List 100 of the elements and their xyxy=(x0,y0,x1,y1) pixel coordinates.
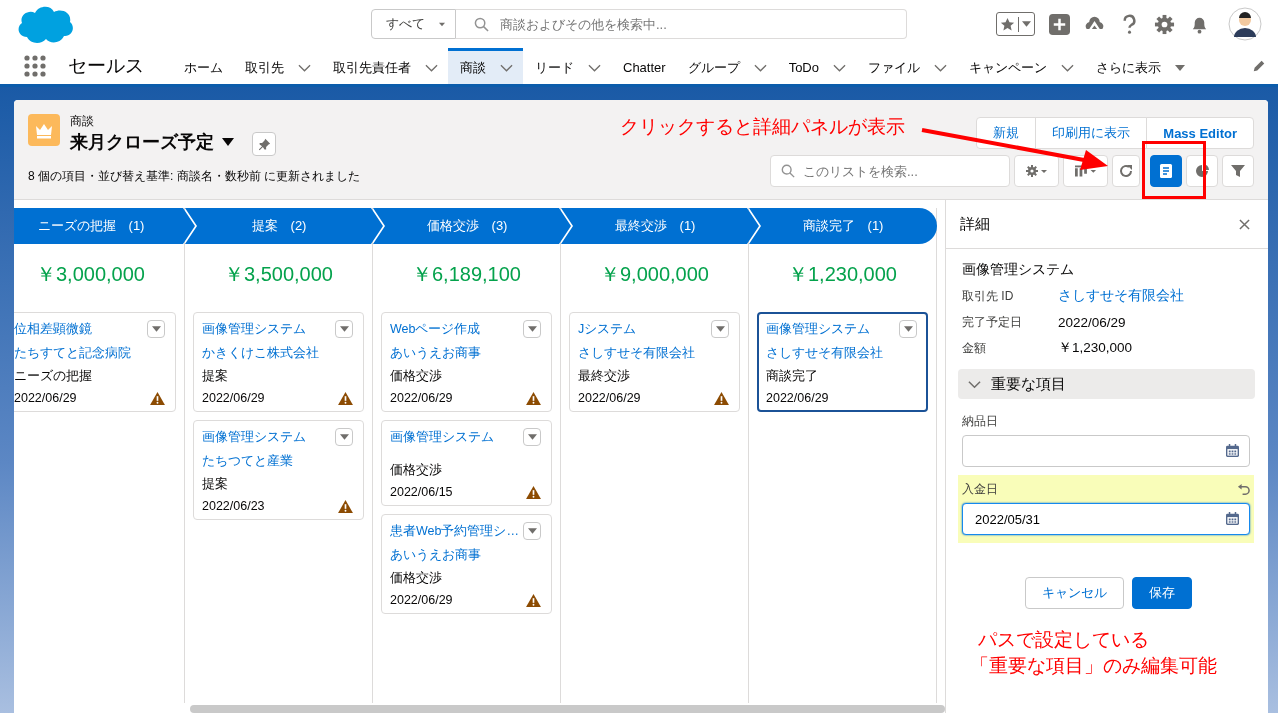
field-value-link[interactable]: さしすせそ有限会社 xyxy=(1058,287,1184,305)
close-icon[interactable] xyxy=(1239,218,1250,230)
stage-total: ￥1,230,000 xyxy=(787,262,898,287)
add-icon[interactable] xyxy=(1049,13,1070,35)
opportunity-card[interactable]: Webページ作成 あいうえお商事 価格交渉 2022/06/29 xyxy=(381,312,552,412)
header-button[interactable]: 印刷用に表示 xyxy=(1035,117,1148,149)
opportunity-card[interactable]: 画像管理システム さしすせそ有限会社 商談完了 2022/06/29 xyxy=(757,312,928,412)
refresh-icon xyxy=(1119,164,1133,178)
pin-icon xyxy=(257,137,271,151)
nav-tab[interactable]: グループ xyxy=(675,48,777,84)
list-search-field[interactable]: このリストを検索... xyxy=(770,155,1010,187)
stage-header[interactable]: 提案 (2) xyxy=(185,208,383,244)
card-menu-button[interactable] xyxy=(523,320,541,338)
card-menu-button[interactable] xyxy=(147,320,165,338)
account-link[interactable]: たちすてと記念病院 xyxy=(14,345,165,362)
card-menu-button[interactable] xyxy=(335,428,353,446)
account-link[interactable]: さしすせそ有限会社 xyxy=(766,345,917,362)
nav-tab[interactable]: 商談 xyxy=(448,48,523,84)
search-icon xyxy=(474,17,489,32)
opportunity-name-link[interactable]: Webページ作成 xyxy=(390,320,481,338)
opportunity-name-link[interactable]: 画像管理システム xyxy=(202,428,306,446)
save-button[interactable]: 保存 xyxy=(1131,577,1192,609)
search-icon xyxy=(781,164,795,178)
nav-tab[interactable]: ホーム xyxy=(172,48,233,84)
annotation-text: クリックすると詳細パネルが表示 xyxy=(620,115,905,139)
opportunity-name-link[interactable]: 患者Web予約管理シ… xyxy=(390,522,519,540)
opportunity-card[interactable]: 画像管理システム たちつてと産業 提案 2022/06/23 xyxy=(193,420,364,520)
stage-header[interactable]: 最終交渉 (1) xyxy=(561,208,759,244)
caret-down-icon xyxy=(715,326,725,332)
stage-header[interactable]: 商談完了 (1) xyxy=(749,208,937,244)
caret-down-icon[interactable] xyxy=(222,138,234,146)
scrollbar[interactable] xyxy=(190,705,945,713)
header-button[interactable]: Mass Editor xyxy=(1146,117,1254,149)
undo-icon[interactable] xyxy=(1237,482,1250,496)
account-link[interactable]: あいうえお商事 xyxy=(390,345,541,362)
stage-text: 価格交渉 xyxy=(390,368,443,385)
chevron-down-icon[interactable] xyxy=(1061,63,1074,72)
opportunity-name-link[interactable]: 画像管理システム xyxy=(390,428,494,446)
nav-tab[interactable]: Chatter xyxy=(611,48,676,84)
opportunity-card[interactable]: 患者Web予約管理シ… あいうえお商事 価格交渉 2022/06/29 xyxy=(381,514,552,614)
opportunity-card[interactable]: Jシステム さしすせそ有限会社 最終交渉 2022/06/29 xyxy=(569,312,740,412)
opportunity-card[interactable]: 画像管理システム 価格交渉 2022/06/15 xyxy=(381,420,552,506)
stage-header[interactable]: ニーズの把握 (1) xyxy=(14,208,195,244)
app-launcher-icon[interactable] xyxy=(24,55,46,77)
nav-tab[interactable]: ファイル xyxy=(856,48,957,84)
card-menu-button[interactable] xyxy=(899,320,917,338)
close-date-text: 2022/06/29 xyxy=(578,391,641,405)
stage-text: 価格交渉 xyxy=(390,462,443,479)
detail-panel-button[interactable] xyxy=(1150,155,1182,187)
opportunity-card[interactable]: 位相差顕微鏡 たちすてと記念病院 ニーズの把握 2022/06/29 xyxy=(14,312,176,412)
refresh-button[interactable] xyxy=(1112,155,1140,187)
chart-button[interactable] xyxy=(1186,155,1218,187)
stage-total: ￥9,000,000 xyxy=(599,262,710,287)
nav-tab[interactable]: さらに表示 xyxy=(1084,48,1195,84)
chevron-down-icon[interactable] xyxy=(588,63,601,72)
card-menu-button[interactable] xyxy=(523,428,541,446)
chevron-down-icon[interactable] xyxy=(298,63,311,72)
opportunity-name-link[interactable]: 画像管理システム xyxy=(202,320,306,338)
header-button[interactable]: 新規 xyxy=(976,117,1037,149)
card-menu-button[interactable] xyxy=(335,320,353,338)
global-search-field[interactable]: 商談およびその他を検索中... xyxy=(456,9,907,39)
opportunity-name-link[interactable]: Jシステム xyxy=(578,320,637,338)
card-menu-button[interactable] xyxy=(523,522,541,540)
account-link[interactable]: あいうえお商事 xyxy=(390,547,541,564)
section-header[interactable]: 重要な項目 xyxy=(958,369,1255,399)
account-link[interactable]: さしすせそ有限会社 xyxy=(578,345,729,362)
settings-button[interactable] xyxy=(1014,155,1059,187)
nav-tab[interactable]: ToDo xyxy=(776,48,856,84)
account-link[interactable]: たちつてと産業 xyxy=(202,453,353,470)
pie-chart-icon xyxy=(1195,164,1209,178)
app-name: セールス xyxy=(68,54,144,78)
avatar[interactable] xyxy=(1228,7,1262,41)
pin-button[interactable] xyxy=(252,132,276,156)
card-menu-button[interactable] xyxy=(711,320,729,338)
favorites-button[interactable] xyxy=(996,12,1035,36)
date-input-field[interactable]: 2022/05/31 xyxy=(962,503,1250,535)
search-scope-dropdown[interactable]: すべて xyxy=(371,9,456,39)
chevron-down-icon[interactable] xyxy=(833,63,846,72)
opportunity-name-link[interactable]: 画像管理システム xyxy=(766,320,870,338)
nav-tab[interactable]: リード xyxy=(523,48,611,84)
date-input-field[interactable] xyxy=(962,435,1250,467)
edit-icon[interactable] xyxy=(1252,59,1266,73)
caret-down-icon xyxy=(151,326,161,332)
chevron-down-icon[interactable] xyxy=(500,63,513,72)
filter-button[interactable] xyxy=(1222,155,1254,187)
opportunity-name-link[interactable]: 位相差顕微鏡 xyxy=(14,320,92,338)
cancel-button[interactable]: キャンセル xyxy=(1024,577,1124,609)
chevron-down-icon[interactable] xyxy=(425,63,438,72)
nav-tab[interactable]: キャンペーン xyxy=(957,48,1084,84)
account-link[interactable]: かきくけこ株式会社 xyxy=(202,345,353,362)
nav-tab[interactable]: 取引先責任者 xyxy=(321,48,448,84)
stage-header[interactable]: 価格交渉 (3) xyxy=(373,208,571,244)
caret-down-icon xyxy=(339,434,349,440)
nav-tab[interactable]: 取引先 xyxy=(233,48,321,84)
chevron-down-icon[interactable] xyxy=(934,63,947,72)
opportunity-card[interactable]: 画像管理システム かきくけこ株式会社 提案 2022/06/29 xyxy=(193,312,364,412)
settings-icon[interactable] xyxy=(1154,13,1175,35)
field-label: 納品日 xyxy=(962,412,998,430)
chevron-down-icon[interactable] xyxy=(753,63,767,72)
crown-icon xyxy=(28,114,60,146)
